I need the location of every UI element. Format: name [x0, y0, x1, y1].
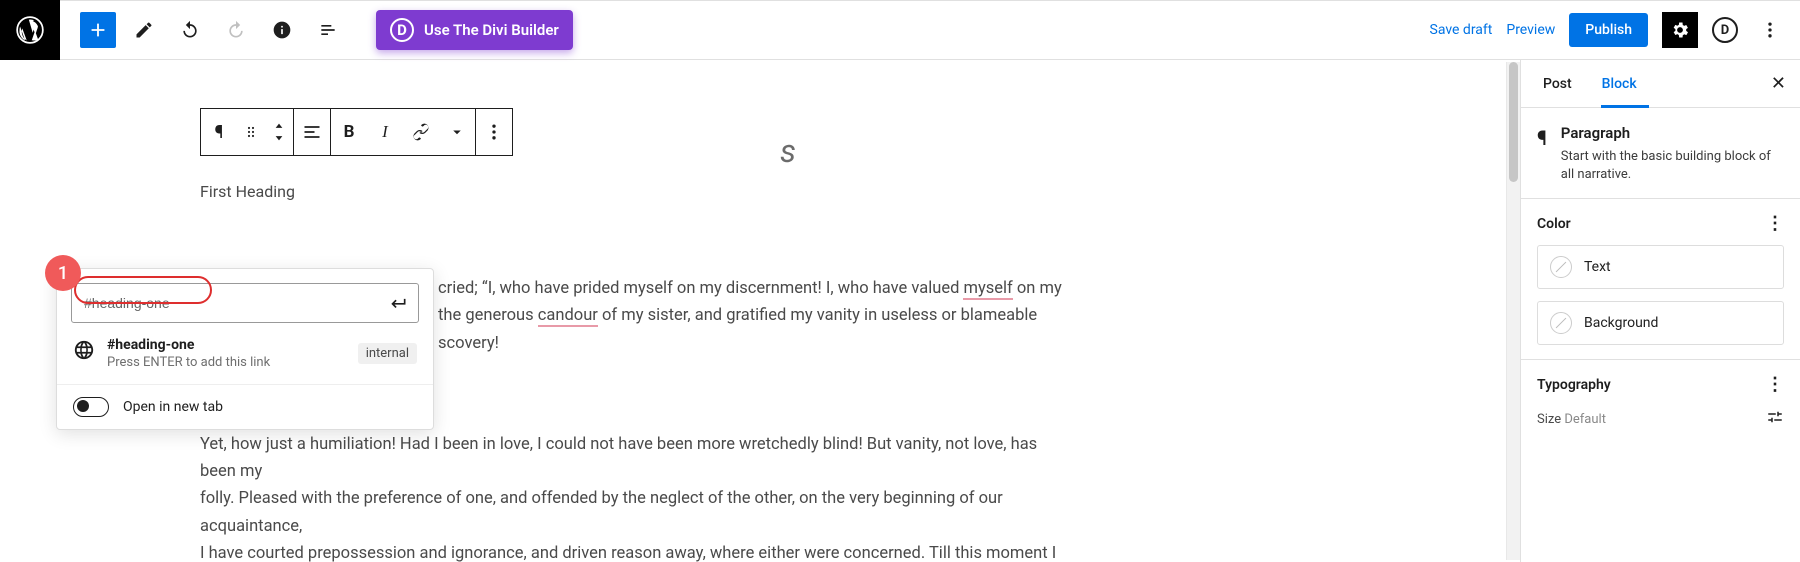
divi-button-label: Use The Divi Builder	[424, 21, 559, 39]
more-menu-button[interactable]	[1752, 12, 1788, 48]
link-suggestion-row[interactable]: #heading-one Press ENTER to add this lin…	[57, 323, 433, 385]
topbar-left-tools: D Use The Divi Builder	[60, 10, 573, 50]
link-suggestion-hint: Press ENTER to add this link	[107, 355, 270, 370]
bold-button[interactable]: B	[331, 109, 367, 155]
settings-button[interactable]	[1662, 12, 1698, 48]
link-search-field	[71, 283, 419, 323]
block-description: Start with the basic building block of a…	[1561, 148, 1784, 184]
undo-button[interactable]	[172, 12, 208, 48]
block-toolbar: ¶ B I	[200, 108, 513, 156]
color-panel-label: Color	[1537, 216, 1571, 232]
block-more-options[interactable]	[476, 109, 512, 155]
typography-panel: Typography ⋮ Size Default	[1521, 360, 1800, 444]
italic-button[interactable]: I	[367, 109, 403, 155]
anchor-list: First Heading	[200, 178, 1070, 205]
wordpress-logo-button[interactable]	[0, 0, 60, 60]
settings-sidebar: Post Block ✕ ¶ Paragraph Start with the …	[1520, 60, 1800, 562]
no-color-swatch-icon	[1550, 312, 1572, 334]
size-label: Size	[1537, 412, 1561, 427]
save-draft-link[interactable]: Save draft	[1430, 22, 1493, 38]
divi-small-button[interactable]: D	[1712, 17, 1738, 43]
info-button[interactable]	[264, 12, 300, 48]
align-button[interactable]	[294, 109, 330, 155]
background-color-button[interactable]: Background	[1537, 301, 1784, 345]
submit-link-button[interactable]	[378, 293, 418, 313]
link-suggestion-title: #heading-one	[107, 337, 194, 353]
text-fragment: I have courted prepossession and ignoran…	[200, 540, 1070, 562]
editor-canvas: ¶ B I	[0, 60, 1520, 562]
text-fragment: Yet, how just a humiliation! Had I been …	[200, 431, 1070, 485]
outline-button[interactable]	[310, 12, 346, 48]
add-block-button[interactable]	[80, 12, 116, 48]
background-color-label: Background	[1584, 315, 1658, 331]
bold-icon: B	[344, 122, 355, 142]
anchor-item[interactable]: First Heading	[200, 178, 1070, 205]
block-info-panel: ¶ Paragraph Start with the basic buildin…	[1521, 108, 1800, 199]
size-settings-button[interactable]	[1766, 408, 1784, 430]
close-sidebar-button[interactable]: ✕	[1771, 73, 1786, 94]
block-drag-handle[interactable]	[237, 109, 265, 155]
spellcheck-word: myself	[963, 279, 1012, 300]
tab-post[interactable]: Post	[1535, 60, 1580, 108]
typography-panel-label: Typography	[1537, 377, 1611, 393]
publish-button[interactable]: Publish	[1569, 13, 1648, 47]
text-color-button[interactable]: Text	[1537, 245, 1784, 289]
color-panel-menu[interactable]: ⋮	[1766, 215, 1784, 233]
title-fragment: s	[780, 132, 796, 170]
no-color-swatch-icon	[1550, 256, 1572, 278]
block-name-label: Paragraph	[1561, 124, 1630, 142]
scrollbar-thumb[interactable]	[1509, 62, 1518, 182]
annotation-step-badge: 1	[45, 255, 81, 291]
link-url-input[interactable]	[72, 295, 378, 311]
edit-mode-button[interactable]	[126, 12, 162, 48]
link-popover: #heading-one Press ENTER to add this lin…	[56, 268, 434, 430]
use-divi-builder-button[interactable]: D Use The Divi Builder	[376, 10, 573, 50]
paragraph-block[interactable]: Yet, how just a humiliation! Had I been …	[200, 431, 1070, 562]
open-new-tab-toggle[interactable]	[73, 397, 109, 417]
preview-link[interactable]: Preview	[1506, 22, 1555, 38]
paragraph-icon: ¶	[1537, 126, 1547, 150]
block-move-updown[interactable]	[265, 109, 293, 155]
paragraph-icon: ¶	[215, 122, 224, 143]
topbar-right-tools: Save draft Preview Publish D	[1430, 12, 1800, 48]
text-fragment: on my	[1013, 279, 1062, 298]
text-fragment: cried; “I, who have prided myself on my …	[438, 279, 963, 298]
text-fragment: folly. Pleased with the preference of on…	[200, 485, 1070, 539]
link-button[interactable]	[403, 109, 439, 155]
typography-panel-menu[interactable]: ⋮	[1766, 376, 1784, 394]
redo-button[interactable]	[218, 12, 254, 48]
size-value: Default	[1564, 412, 1606, 427]
text-fragment: of my sister, and gratified my vanity in…	[598, 306, 1037, 325]
more-rich-text[interactable]	[439, 109, 475, 155]
spellcheck-word: candour	[538, 306, 598, 327]
tab-block[interactable]: Block	[1594, 60, 1645, 108]
sidebar-tabs: Post Block ✕	[1521, 60, 1800, 108]
text-color-label: Text	[1584, 259, 1611, 275]
text-fragment: the generous	[438, 306, 538, 325]
italic-icon: I	[382, 122, 388, 142]
link-popover-footer: Open in new tab	[57, 385, 433, 429]
link-type-badge: internal	[358, 343, 417, 364]
globe-icon	[73, 339, 95, 361]
scrollbar[interactable]	[1506, 62, 1520, 560]
color-panel: Color ⋮ Text Background	[1521, 199, 1800, 360]
divi-logo-icon: D	[390, 18, 414, 42]
editor-topbar: D Use The Divi Builder Save draft Previe…	[0, 0, 1800, 60]
block-type-paragraph-button[interactable]: ¶	[201, 109, 237, 155]
open-new-tab-label: Open in new tab	[123, 399, 223, 415]
